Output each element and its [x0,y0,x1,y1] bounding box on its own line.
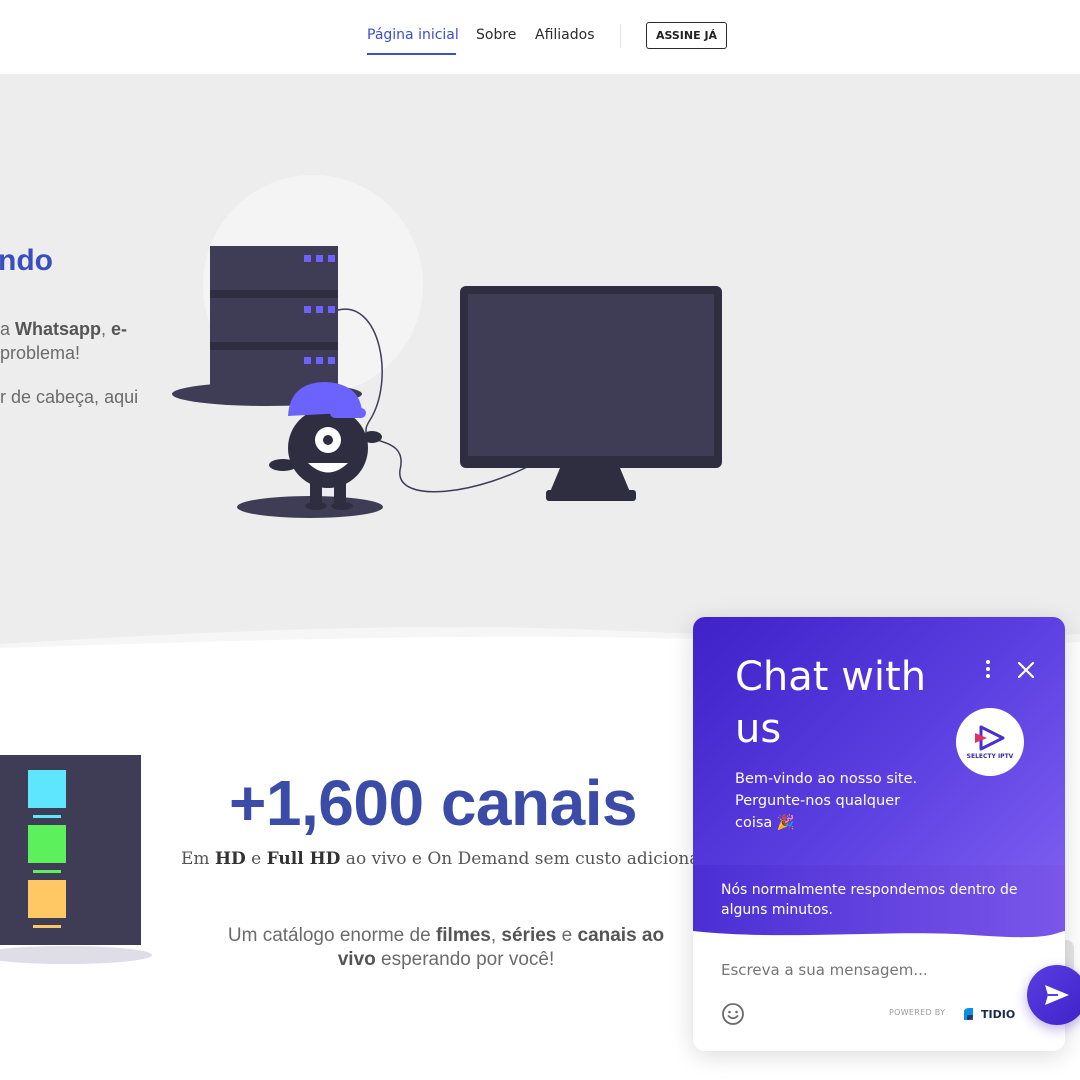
nav-active-underline [367,53,456,55]
hero-text-line-3: r de cabeça, aqui [0,387,139,407]
chat-message-input[interactable] [721,961,1021,979]
hero-text-line-2: problema! [0,343,81,363]
powered-by-label: POWERED BY [889,1008,946,1017]
tidio-logo-icon [964,1008,973,1020]
server-monitor-illustration [172,175,722,518]
chat-title: Chat with us [735,654,927,752]
chat-widget: Chat with us SELECTY IPTV Bem-vindo ao n… [693,617,1065,1051]
response-time-note: Nós normalmente respondemos dentro de al… [721,882,1018,918]
cyan-block [28,770,66,808]
orange-line [33,925,61,928]
channels-subtitle: Em HD e Full HD ao vivo e On Demand sem … [181,849,700,869]
nav-link-affiliates[interactable]: Afiliados [535,27,595,43]
tablet-illustration [0,755,141,945]
catalog-description: Um catálogo enorme de filmes, séries e c… [227,925,665,970]
green-block [28,825,66,863]
more-options-icon[interactable] [981,659,995,679]
orange-block [28,880,66,918]
hero-text-line-1: a Whatsapp, e- [0,319,128,339]
hero-title: ndo [0,244,53,277]
cyan-line [33,815,61,818]
close-icon[interactable] [1015,659,1037,681]
subscribe-button[interactable]: ASSINE JÁ [646,22,727,49]
send-icon [1045,985,1069,1005]
emoji-icon[interactable] [721,1002,745,1026]
nav-link-home[interactable]: Página inicial [367,27,459,43]
send-message-button[interactable] [1027,965,1080,1025]
nav-divider [620,24,621,48]
green-line [33,870,61,873]
tidio-brand[interactable]: TIDIO [961,1006,1015,1022]
nav-link-about[interactable]: Sobre [476,27,516,43]
play-logo-icon [975,725,1005,750]
chat-band-wave [693,931,1065,949]
channels-title: +1,600 canais [229,767,638,839]
top-navbar: Página inicial Sobre Afiliados ASSINE JÁ [0,0,1080,75]
chat-welcome-text: Bem-vindo ao nosso site. Pergunte-nos qu… [735,771,918,831]
tablet-shadow [0,946,152,964]
brand-logo: SELECTY IPTV [956,708,1024,776]
